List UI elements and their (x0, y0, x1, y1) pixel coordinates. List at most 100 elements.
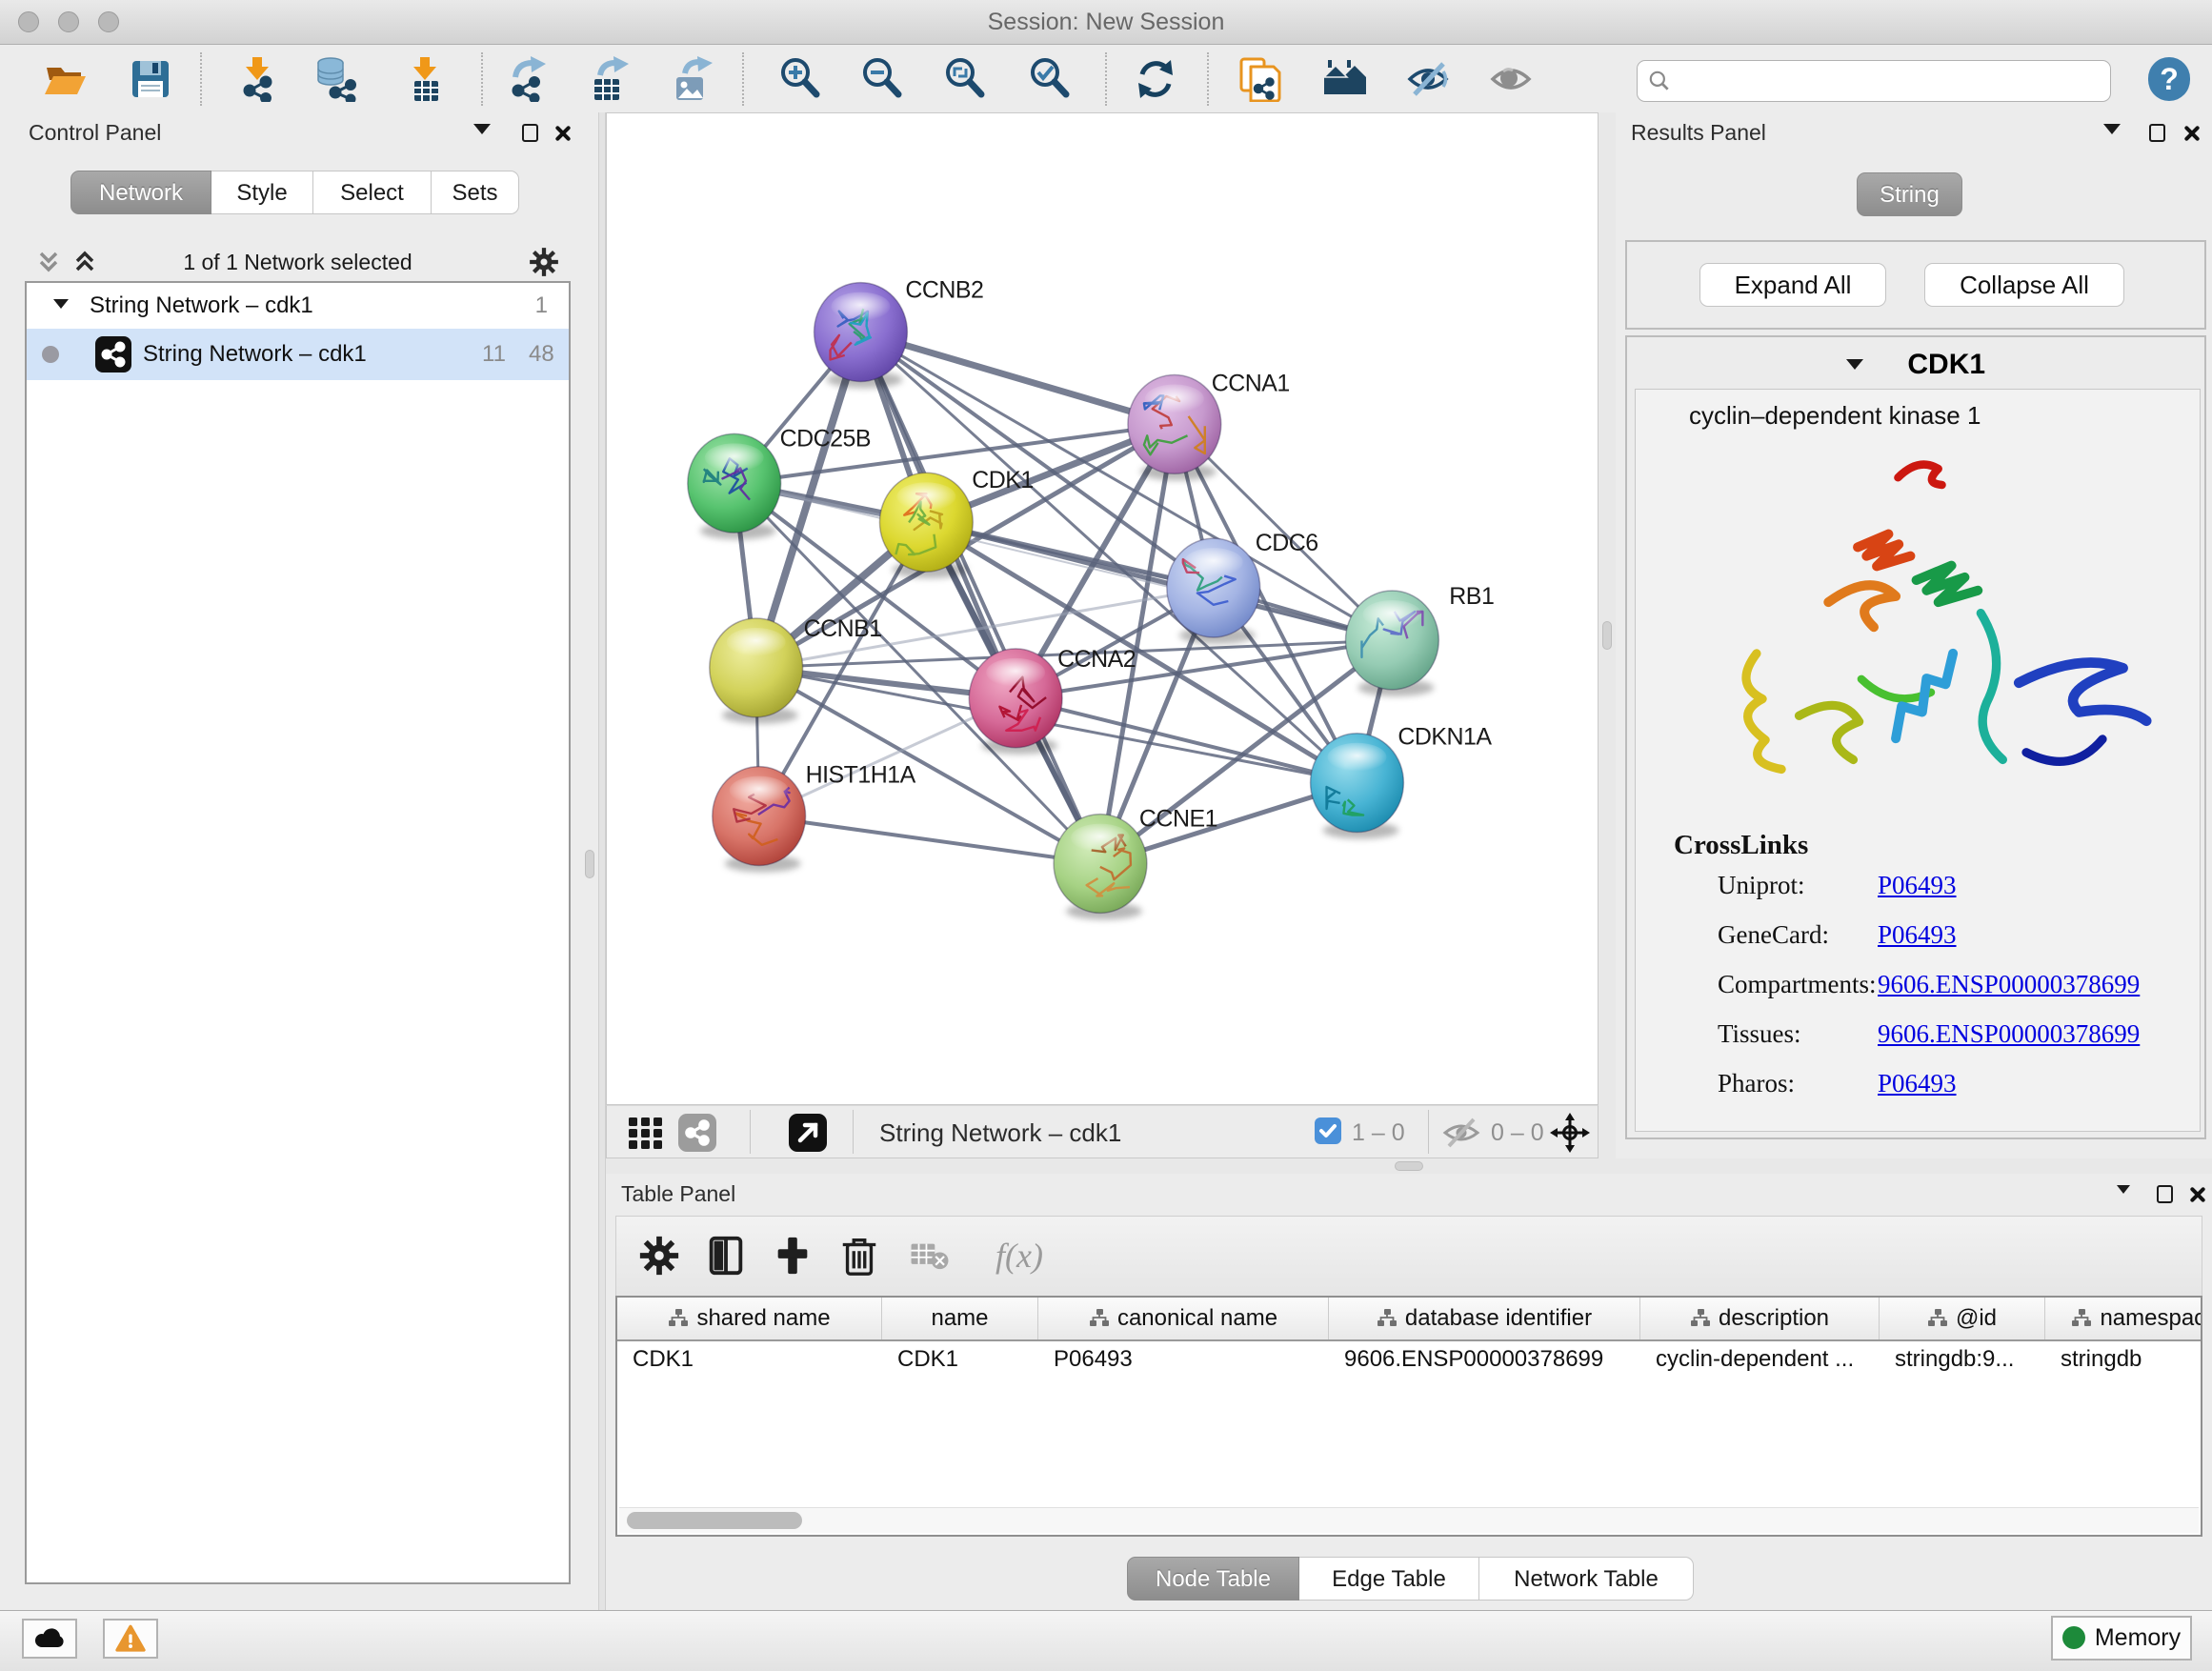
import-table-icon[interactable] (403, 56, 449, 102)
add-column-icon[interactable] (771, 1234, 814, 1278)
export-network-icon[interactable] (506, 56, 552, 102)
control-panel-menu-icon[interactable] (473, 124, 491, 134)
hide-selected-icon[interactable] (1405, 56, 1451, 102)
column-header-shared-name[interactable]: shared name (617, 1298, 882, 1339)
save-session-icon[interactable] (128, 56, 173, 102)
selected-nodes-checkbox[interactable] (1315, 1117, 1341, 1144)
column-header-description[interactable]: description (1640, 1298, 1880, 1339)
first-neighbors-icon[interactable] (1322, 56, 1368, 102)
right-splitter-handle[interactable] (1602, 621, 1612, 650)
crosslinks-list: Uniprot:P06493GeneCard:P06493Compartment… (1718, 871, 2175, 1118)
tab-network-table[interactable]: Network Table (1479, 1557, 1694, 1601)
table-panel-menu-icon[interactable] (2117, 1185, 2130, 1194)
crosslink-link[interactable]: 9606.ENSP00000378699 (1878, 970, 2140, 999)
network-node-RB1[interactable] (1346, 591, 1439, 696)
tab-edge-table[interactable]: Edge Table (1299, 1557, 1479, 1601)
network-edge-CDK1-RB1[interactable] (926, 522, 1392, 640)
import-network-icon[interactable] (235, 56, 281, 102)
crosslink-link[interactable]: P06493 (1878, 920, 1957, 950)
tab-sets[interactable]: Sets (432, 171, 519, 214)
network-edge-CCNB2-CCNA1[interactable] (860, 332, 1174, 425)
grid-view-icon[interactable] (626, 1113, 666, 1153)
tab-select[interactable]: Select (313, 171, 432, 214)
scrollbar-thumb[interactable] (627, 1512, 802, 1529)
control-panel-close-icon[interactable] (553, 124, 572, 143)
crosslink-row: Uniprot:P06493 (1718, 871, 2175, 920)
tab-network[interactable]: Network (70, 171, 211, 214)
current-network-title: String Network – cdk1 (879, 1118, 1121, 1148)
column-header--id[interactable]: @id (1880, 1298, 2045, 1339)
network-node-CDC6[interactable] (1167, 538, 1260, 644)
network-node-CDC25B[interactable] (688, 433, 781, 539)
tab-string[interactable]: String (1857, 172, 1962, 216)
left-splitter-handle[interactable] (585, 850, 594, 878)
table-cell[interactable]: 9606.ENSP00000378699 (1329, 1341, 1640, 1379)
refresh-icon[interactable] (1133, 56, 1178, 102)
network-row[interactable]: String Network – cdk1 11 48 (27, 329, 569, 380)
table-panel-close-icon[interactable] (2187, 1185, 2206, 1204)
crosslink-link[interactable]: P06493 (1878, 871, 1957, 900)
table-horizontal-scrollbar[interactable] (619, 1507, 2199, 1533)
crosslink-link[interactable]: P06493 (1878, 1069, 1957, 1098)
table-cell[interactable]: P06493 (1038, 1341, 1329, 1379)
protein-section: CDK1 cyclin–dependent kinase 1 (1625, 335, 2206, 1139)
network-node-CCNA2[interactable] (969, 649, 1062, 755)
show-all-icon[interactable] (1488, 56, 1534, 102)
export-table-icon[interactable] (587, 56, 633, 102)
collection-expand-icon[interactable] (53, 299, 69, 309)
control-panel-float-icon[interactable] (522, 124, 538, 142)
zoom-out-icon[interactable] (859, 56, 905, 102)
export-image-icon[interactable] (670, 56, 715, 102)
network-node-CCNE1[interactable] (1054, 815, 1147, 920)
table-cell[interactable]: stringdb (2045, 1341, 2202, 1379)
network-node-CCNA1[interactable] (1128, 374, 1221, 480)
left-splitter[interactable] (598, 112, 606, 1610)
results-panel-menu-icon[interactable] (2103, 124, 2121, 134)
tab-style[interactable]: Style (211, 171, 313, 214)
memory-button[interactable]: Memory (2051, 1616, 2192, 1661)
birdseye-view-icon[interactable] (788, 1113, 828, 1153)
table-options-gear-icon[interactable] (637, 1234, 681, 1278)
import-network-from-database-icon[interactable] (314, 56, 360, 102)
table-panel-float-icon[interactable] (2157, 1185, 2173, 1203)
protein-section-collapse-icon[interactable] (1846, 359, 1863, 370)
network-tree: String Network – cdk1 1 String Network –… (25, 281, 571, 1584)
zoom-in-icon[interactable] (777, 56, 823, 102)
network-view-share-icon[interactable] (677, 1113, 717, 1153)
column-header-name[interactable]: name (882, 1298, 1038, 1339)
delete-column-icon[interactable] (837, 1234, 881, 1278)
network-options-gear-icon[interactable] (528, 246, 560, 283)
zoom-selected-icon[interactable] (1027, 56, 1073, 102)
pan-tool-icon[interactable] (1550, 1113, 1590, 1153)
collapse-all-button[interactable]: Collapse All (1924, 263, 2124, 307)
network-node-CCNB1[interactable] (710, 618, 803, 724)
network-node-HIST1H1A[interactable] (713, 767, 806, 873)
help-icon[interactable]: ? (2148, 57, 2190, 101)
select-columns-icon[interactable] (704, 1234, 748, 1278)
table-cell[interactable]: cyclin-dependent ... (1640, 1341, 1880, 1379)
table-cell[interactable]: CDK1 (882, 1341, 1038, 1379)
open-session-icon[interactable] (42, 56, 88, 102)
table-cell[interactable]: stringdb:9... (1880, 1341, 2045, 1379)
zoom-fit-icon[interactable] (942, 56, 988, 102)
crosslink-link[interactable]: 9606.ENSP00000378699 (1878, 1019, 2140, 1049)
network-node-CDKN1A[interactable] (1311, 734, 1404, 839)
bottom-splitter-handle[interactable] (1395, 1161, 1423, 1171)
table-row[interactable]: CDK1CDK1P064939606.ENSP00000378699cyclin… (617, 1341, 2201, 1379)
table-cell[interactable]: CDK1 (617, 1341, 882, 1379)
results-panel-float-icon[interactable] (2149, 124, 2165, 142)
network-collection-row[interactable]: String Network – cdk1 1 (27, 283, 569, 329)
network-edge-CCNE1-HIST1H1A[interactable] (759, 816, 1100, 864)
network-canvas[interactable]: CCNB2CCNA1CDC25BCDK1CDC6RB1CCNB1CCNA2CDK… (606, 112, 1599, 1105)
column-header-namespace[interactable]: namespace (2045, 1298, 2202, 1339)
column-label: description (1719, 1305, 1829, 1332)
warnings-button[interactable] (103, 1619, 158, 1659)
expand-all-button[interactable]: Expand All (1699, 263, 1886, 307)
cloud-status-button[interactable] (22, 1619, 77, 1659)
tab-node-table[interactable]: Node Table (1127, 1557, 1299, 1601)
column-header-canonical-name[interactable]: canonical name (1038, 1298, 1329, 1339)
search-input[interactable] (1679, 64, 2102, 96)
copy-network-icon[interactable] (1237, 56, 1283, 102)
results-panel-close-icon[interactable] (2182, 124, 2201, 143)
column-header-database-identifier[interactable]: database identifier (1329, 1298, 1640, 1339)
